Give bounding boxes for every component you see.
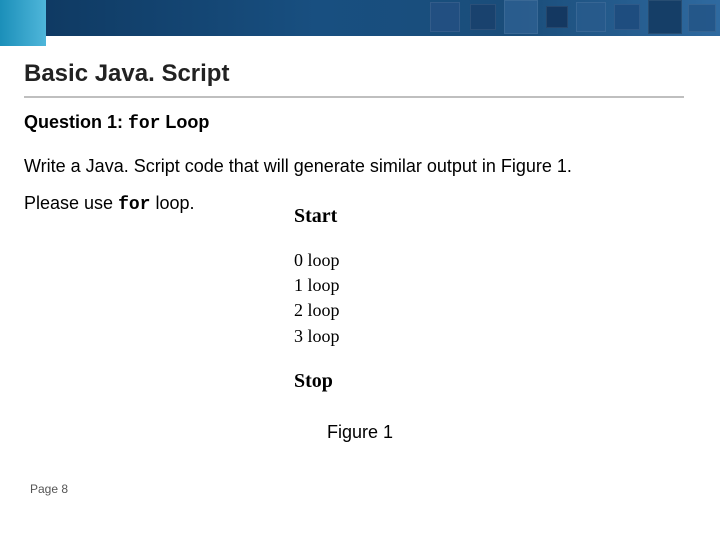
heading-rule [24, 96, 684, 98]
figure-start: Start [294, 202, 428, 230]
question-code: for [128, 114, 160, 134]
header-banner [0, 0, 720, 46]
banner-main [46, 0, 720, 36]
banner-decoration [420, 0, 720, 36]
page-number: Page 8 [30, 482, 68, 496]
figure-output: Start 0 loop 1 loop 2 loop 3 loop Stop [286, 196, 436, 407]
figure-line: 2 loop [294, 298, 428, 323]
figure-line: 3 loop [294, 324, 428, 349]
banner-accent-left [0, 0, 46, 46]
figure-caption: Figure 1 [0, 422, 720, 443]
figure-stop: Stop [294, 367, 428, 395]
figure-line: 1 loop [294, 273, 428, 298]
question-suffix: Loop [160, 112, 209, 132]
figure-line: 0 loop [294, 248, 428, 273]
body2-prefix: Please use [24, 193, 118, 213]
question-prefix: Question 1: [24, 112, 128, 132]
page-heading: Basic Java. Script [24, 60, 720, 88]
body2-suffix: loop. [150, 193, 194, 213]
question-line: Question 1: for Loop [24, 112, 720, 134]
body2-code: for [118, 195, 150, 215]
body-line-1: Write a Java. Script code that will gene… [24, 156, 720, 177]
